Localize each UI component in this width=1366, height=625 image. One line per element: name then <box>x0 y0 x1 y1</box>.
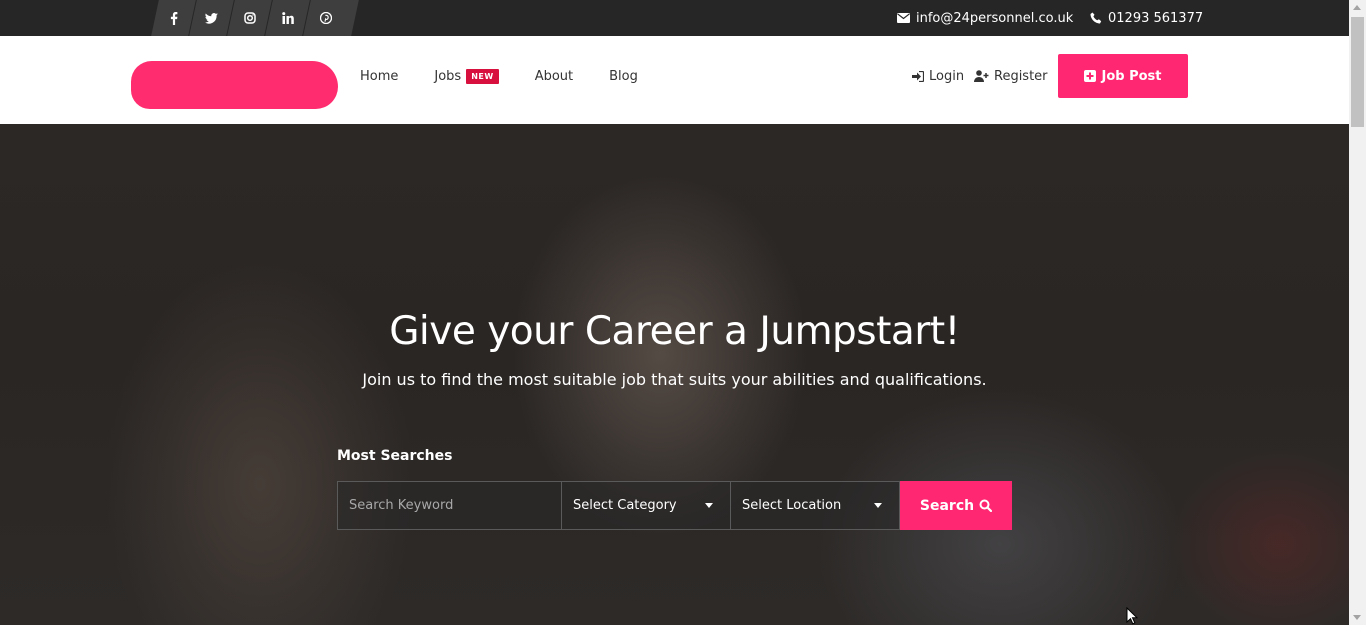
site-logo[interactable] <box>131 61 338 109</box>
linkedin-icon <box>281 12 294 24</box>
category-select[interactable]: Select Category <box>562 481 731 530</box>
job-search-form: Select Category Select Location Search <box>337 481 1012 530</box>
sign-in-icon <box>912 70 924 82</box>
user-plus-icon <box>974 70 989 82</box>
caret-down-icon <box>705 503 713 508</box>
nav-about-label: About <box>534 68 574 84</box>
register-link[interactable]: Register <box>974 36 1048 116</box>
location-select[interactable]: Select Location <box>731 481 900 530</box>
hero-section: Give your Career a Jumpstart! Join us to… <box>0 124 1349 625</box>
contact-phone[interactable]: 01293 561377 <box>1090 0 1203 36</box>
scroll-thumb[interactable] <box>1351 17 1364 127</box>
contact-email-text: info@24personnel.co.uk <box>916 10 1074 26</box>
caret-down-icon <box>874 503 882 508</box>
new-badge: NEW <box>466 68 499 84</box>
nav-blog[interactable]: Blog <box>609 69 638 84</box>
search-icon <box>979 499 993 512</box>
register-label: Register <box>994 68 1048 84</box>
login-link[interactable]: Login <box>912 36 964 116</box>
location-select-value: Select Location <box>742 498 842 513</box>
nav-jobs-label: Jobs <box>434 68 462 84</box>
phone-icon <box>1090 12 1102 24</box>
search-keyword-input[interactable] <box>337 481 562 530</box>
search-button-label: Search <box>919 497 975 514</box>
top-bar: info@24personnel.co.uk 01293 561377 <box>0 0 1349 36</box>
nav-about[interactable]: About <box>535 69 573 84</box>
mouse-cursor-icon <box>1126 606 1139 625</box>
nav-links: Home Jobs NEW About Blog <box>360 36 674 116</box>
nav-jobs[interactable]: Jobs NEW <box>434 68 499 84</box>
hero-subtitle: Join us to find the most suitable job th… <box>362 370 987 389</box>
job-post-label: Job Post <box>1101 68 1162 84</box>
facebook-icon <box>170 11 178 25</box>
nav-home-label: Home <box>360 68 399 84</box>
plus-square-icon <box>1084 70 1097 82</box>
contact-email[interactable]: info@24personnel.co.uk <box>897 0 1073 36</box>
pinterest-icon <box>320 12 332 24</box>
most-searches-label: Most Searches <box>337 448 453 464</box>
scroll-down-arrow-icon[interactable] <box>1353 615 1361 620</box>
instagram-icon <box>243 12 256 24</box>
contact-phone-text: 01293 561377 <box>1108 10 1204 26</box>
job-post-button[interactable]: Job Post <box>1058 54 1188 98</box>
social-links <box>151 0 359 36</box>
twitter-icon <box>205 12 218 24</box>
main-navbar: Home Jobs NEW About Blog Login Register … <box>0 36 1349 124</box>
search-button[interactable]: Search <box>900 481 1012 530</box>
hero-title: Give your Career a Jumpstart! <box>389 309 960 354</box>
page-scrollbar[interactable] <box>1349 0 1366 625</box>
pinterest-link[interactable] <box>303 0 349 36</box>
nav-home[interactable]: Home <box>360 69 398 84</box>
category-select-value: Select Category <box>573 498 677 513</box>
nav-blog-label: Blog <box>609 68 638 84</box>
scroll-up-arrow-icon[interactable] <box>1353 5 1361 10</box>
envelope-icon <box>897 13 910 23</box>
login-label: Login <box>929 68 965 84</box>
